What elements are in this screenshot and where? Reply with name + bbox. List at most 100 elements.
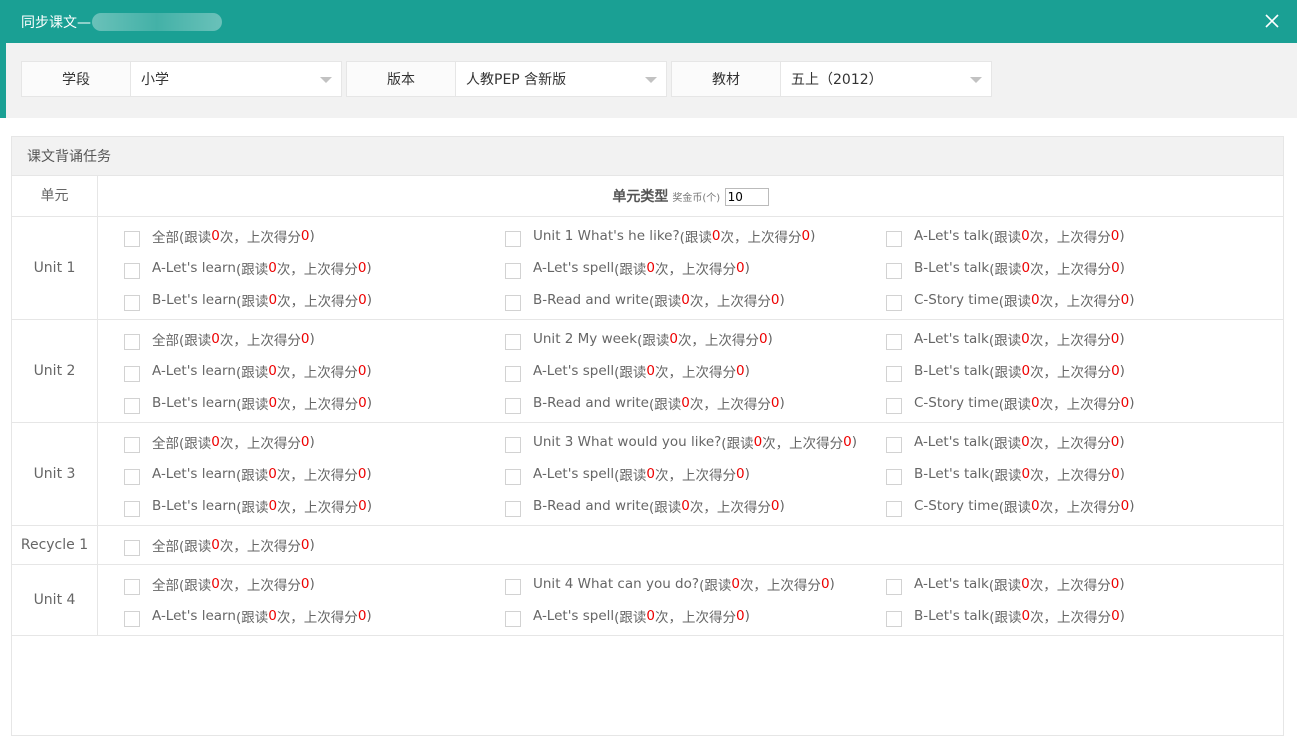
item-times: 次，上次得分 [655,468,737,484]
last-score: 0 [1110,576,1120,592]
list-item[interactable]: A-Let's learn (跟读 0 次，上次得分 0) [124,258,505,279]
item-close: ) [744,260,750,276]
item-checkbox[interactable] [124,579,140,595]
list-item[interactable]: B-Let's learn (跟读 0 次，上次得分 0) [124,393,505,414]
item-checkbox[interactable] [124,366,140,382]
item-checkbox[interactable] [505,398,521,414]
item-close: ) [1119,331,1125,347]
filter-textbook-label: 教材 [672,62,781,96]
list-item[interactable]: A-Let's spell (跟读 0 次，上次得分 0) [505,258,886,279]
item-open: (跟读 [648,397,682,413]
unit-name: Unit 2 [12,319,98,423]
list-item[interactable]: A-Let's talk (跟读 0 次，上次得分 0) [886,226,1266,247]
list-item[interactable]: A-Let's talk (跟读 0 次，上次得分 0) [886,432,1266,453]
item-checkbox[interactable] [124,469,140,485]
item-checkbox[interactable] [886,263,902,279]
item-checkbox[interactable] [886,398,902,414]
list-item[interactable]: B-Let's learn (跟读 0 次，上次得分 0) [124,290,505,311]
item-checkbox[interactable] [886,231,902,247]
list-item[interactable]: Unit 1 What's he like? (跟读 0 次，上次得分 0) [505,226,886,247]
item-times: 次，上次得分 [219,436,301,452]
item-checkbox[interactable] [505,334,521,350]
list-item[interactable]: B-Read and write (跟读 0 次，上次得分 0) [505,496,886,517]
item-checkbox[interactable] [124,611,140,627]
list-item[interactable]: C-Story time (跟读 0 次，上次得分 0) [886,290,1266,311]
list-item[interactable]: A-Let's spell (跟读 0 次，上次得分 0) [505,464,886,485]
list-item[interactable]: B-Let's talk (跟读 0 次，上次得分 0) [886,361,1266,382]
item-open: (跟读 [235,262,269,278]
list-item[interactable]: C-Story time (跟读 0 次，上次得分 0) [886,496,1266,517]
item-checkbox[interactable] [886,295,902,311]
item-close: ) [309,228,315,244]
item-checkbox[interactable] [124,263,140,279]
item-checkbox[interactable] [886,366,902,382]
item-times: 次，上次得分 [219,539,301,555]
list-item[interactable]: Unit 4 What can you do? (跟读 0 次，上次得分 0) [505,574,886,595]
item-checkbox[interactable] [505,231,521,247]
item-checkbox[interactable] [505,501,521,517]
list-item[interactable]: 全部 (跟读 0 次，上次得分 0) [124,574,505,595]
list-item[interactable]: C-Story time (跟读 0 次，上次得分 0) [886,393,1266,414]
item-checkbox[interactable] [505,611,521,627]
filter-edition-label: 版本 [347,62,456,96]
chevron-down-icon [320,77,332,83]
item-checkbox[interactable] [505,579,521,595]
filter-textbook: 教材 五上（2012） [671,61,992,97]
list-item[interactable]: A-Let's learn (跟读 0 次，上次得分 0) [124,464,505,485]
item-times: 次，上次得分 [276,262,358,278]
item-label: Unit 1 What's he like? [533,228,680,244]
item-checkbox[interactable] [124,398,140,414]
list-item[interactable]: B-Read and write (跟读 0 次，上次得分 0) [505,393,886,414]
list-item[interactable]: 全部 (跟读 0 次，上次得分 0) [124,432,505,453]
list-item[interactable]: 全部 (跟读 0 次，上次得分 0) [124,329,505,350]
list-item[interactable]: B-Let's talk (跟读 0 次，上次得分 0) [886,258,1266,279]
item-checkbox[interactable] [124,540,140,556]
item-checkbox[interactable] [505,437,521,453]
list-item[interactable]: B-Read and write (跟读 0 次，上次得分 0) [505,290,886,311]
filter-stage-select[interactable]: 小学 [131,62,341,96]
item-checkbox[interactable] [505,366,521,382]
list-item[interactable]: A-Let's talk (跟读 0 次，上次得分 0) [886,329,1266,350]
item-checkbox[interactable] [124,295,140,311]
list-item[interactable]: B-Let's talk (跟读 0 次，上次得分 0) [886,464,1266,485]
item-checkbox[interactable] [124,231,140,247]
item-checkbox[interactable] [886,437,902,453]
item-times: 次，上次得分 [276,468,358,484]
unit-column-header: 单元 [12,176,98,217]
list-item[interactable]: A-Let's learn (跟读 0 次，上次得分 0) [124,606,505,627]
filter-edition-select[interactable]: 人教PEP 含新版 [456,62,666,96]
list-item[interactable]: 全部 (跟读 0 次，上次得分 0) [124,226,505,247]
item-times: 次，上次得分 [277,294,359,310]
list-item[interactable]: A-Let's talk (跟读 0 次，上次得分 0) [886,574,1266,595]
list-item[interactable]: B-Let's learn (跟读 0 次，上次得分 0) [124,496,505,517]
item-checkbox[interactable] [124,334,140,350]
last-score: 0 [1110,228,1120,244]
item-open: (跟读 [235,610,269,626]
item-checkbox[interactable] [886,469,902,485]
item-checkbox[interactable] [124,437,140,453]
list-item[interactable]: 全部 (跟读 0 次，上次得分 0) [124,535,505,556]
item-checkbox[interactable] [505,469,521,485]
read-count: 0 [268,498,278,514]
item-label: C-Story time [914,395,999,411]
item-checkbox[interactable] [505,295,521,311]
item-checkbox[interactable] [505,263,521,279]
coin-input[interactable] [724,188,769,206]
item-label: B-Read and write [533,498,649,514]
read-count: 0 [1021,576,1030,592]
item-checkbox[interactable] [886,579,902,595]
item-open: (跟读 [637,333,670,349]
list-item[interactable]: A-Let's spell (跟读 0 次，上次得分 0) [505,606,886,627]
item-checkbox[interactable] [886,334,902,350]
read-count: 0 [1031,498,1040,514]
item-checkbox[interactable] [886,611,902,627]
list-item[interactable]: A-Let's learn (跟读 0 次，上次得分 0) [124,361,505,382]
item-checkbox[interactable] [886,501,902,517]
item-checkbox[interactable] [124,501,140,517]
list-item[interactable]: Unit 2 My week (跟读 0 次，上次得分 0) [505,329,886,350]
list-item[interactable]: Unit 3 What would you like? (跟读 0 次，上次得分 0) [505,432,886,453]
list-item[interactable]: B-Let's talk (跟读 0 次，上次得分 0) [886,606,1266,627]
close-icon[interactable] [1261,10,1283,32]
list-item[interactable]: A-Let's spell (跟读 0 次，上次得分 0) [505,361,886,382]
filter-textbook-select[interactable]: 五上（2012） [781,62,991,96]
